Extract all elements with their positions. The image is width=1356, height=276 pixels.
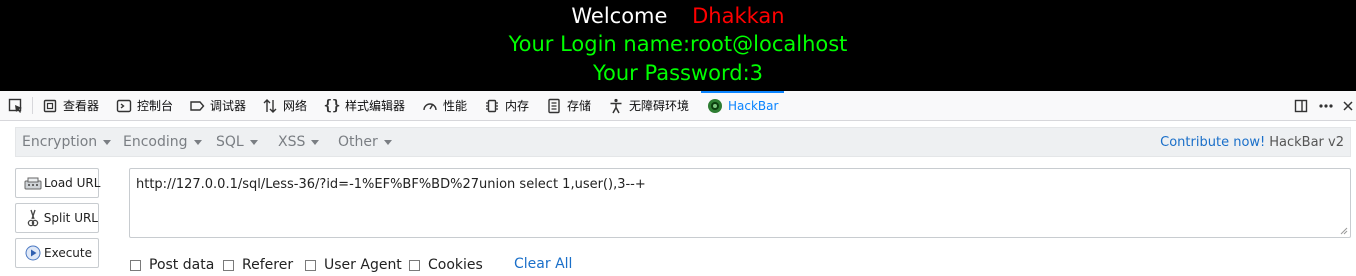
hackbar-version: HackBar v2	[1269, 134, 1344, 150]
page-content: Welcome Dhakkan Your Login name:root@loc…	[0, 0, 1356, 91]
tab-label: 无障碍环境	[629, 99, 690, 113]
caret-down-icon	[249, 139, 258, 145]
inspector-icon	[42, 98, 58, 114]
menu-encoding[interactable]: Encoding	[123, 128, 202, 156]
debugger-icon	[189, 98, 205, 114]
execute-button[interactable]: Execute	[15, 238, 99, 268]
memory-icon	[484, 98, 500, 114]
tab-console[interactable]: 控制台	[116, 91, 173, 120]
tab-hackbar[interactable]: HackBar	[700, 91, 785, 120]
network-icon	[262, 98, 278, 114]
hackbar-menu: Encryption Encoding SQL XSS Other Contri…	[15, 127, 1351, 157]
menu-other[interactable]: Other	[338, 128, 392, 156]
checkbox-box[interactable]	[409, 259, 420, 271]
menu-label: Encryption	[22, 134, 98, 150]
tab-memory[interactable]: 内存	[484, 91, 529, 120]
accessibility-icon	[608, 98, 624, 114]
contribute-link[interactable]: Contribute now!	[1160, 135, 1265, 150]
contribute-area: Contribute now! HackBar v2	[1160, 128, 1344, 156]
hackbar-icon	[707, 98, 723, 114]
url-value: http://127.0.0.1/sql/Less-36/?id=-1%EF%B…	[136, 177, 646, 192]
more-options-button[interactable]	[1318, 91, 1339, 120]
checkbox-label: Referer	[242, 257, 294, 273]
split-url-button[interactable]: Split URL	[15, 203, 99, 233]
tab-label: 存储	[567, 99, 592, 113]
console-icon	[116, 98, 132, 114]
password-text: Your Password:3	[592, 61, 764, 85]
tab-label: 查看器	[63, 99, 100, 113]
menu-label: Encoding	[123, 134, 188, 150]
welcome-name: Dhakkan	[692, 4, 785, 28]
tab-label: 性能	[443, 99, 468, 113]
close-icon	[1342, 98, 1354, 114]
tab-label: 调试器	[210, 99, 247, 113]
button-label: Load URL	[44, 176, 101, 190]
checkbox-box[interactable]	[130, 259, 141, 271]
load-url-button[interactable]: Load URL	[15, 168, 101, 198]
login-name-text: Your Login name:root@localhost	[508, 32, 848, 56]
caret-down-icon	[103, 139, 112, 145]
tab-performance[interactable]: 性能	[422, 91, 467, 120]
tab-label: 样式编辑器	[345, 99, 406, 113]
checkbox-box[interactable]	[305, 259, 316, 271]
load-url-icon	[24, 174, 42, 192]
button-label: Execute	[44, 246, 92, 260]
tab-inspector[interactable]: 查看器	[42, 91, 99, 120]
performance-icon	[422, 98, 438, 114]
checkbox-box[interactable]	[223, 259, 234, 271]
storage-icon	[546, 98, 562, 114]
close-devtools-button[interactable]	[1342, 91, 1356, 120]
cookies-checkbox[interactable]: Cookies	[409, 257, 483, 273]
scissors-icon	[24, 209, 42, 227]
tab-label: 控制台	[137, 99, 174, 113]
referer-checkbox[interactable]: Referer	[223, 257, 293, 273]
menu-label: SQL	[216, 134, 244, 150]
menu-label: Other	[338, 134, 378, 150]
devtools-toolbar: 查看器 控制台 调试器 网络 {} 样式编辑器 性能 内存 存储 无障碍环境 H…	[0, 91, 1356, 121]
dock-side-icon	[1293, 98, 1309, 114]
clear-all-link[interactable]: Clear All	[514, 256, 572, 272]
play-icon	[24, 244, 42, 262]
toolbar-divider	[32, 97, 33, 114]
tab-storage[interactable]: 存储	[546, 91, 591, 120]
url-textarea[interactable]: http://127.0.0.1/sql/Less-36/?id=-1%EF%B…	[129, 168, 1351, 238]
tab-style-editor[interactable]: {} 样式编辑器	[324, 91, 405, 120]
checkbox-label: Post data	[149, 257, 215, 273]
style-editor-icon: {}	[323, 97, 341, 114]
tab-label: 内存	[505, 99, 530, 113]
welcome-text: Welcome	[571, 4, 668, 28]
element-picker-icon	[8, 98, 24, 114]
welcome-line: Welcome Dhakkan	[0, 3, 1356, 29]
tab-accessibility[interactable]: 无障碍环境	[608, 91, 689, 120]
caret-down-icon	[311, 139, 320, 145]
resize-grip-icon[interactable]	[1340, 227, 1348, 235]
caret-down-icon	[193, 139, 202, 145]
element-picker-button[interactable]	[8, 91, 29, 120]
user-agent-checkbox[interactable]: User Agent	[305, 257, 402, 273]
menu-xss[interactable]: XSS	[278, 128, 320, 156]
menu-sql[interactable]: SQL	[216, 128, 258, 156]
checkbox-label: Cookies	[428, 257, 483, 273]
button-label: Split URL	[43, 211, 98, 225]
tab-label: 网络	[283, 99, 308, 113]
more-horizontal-icon	[1318, 98, 1334, 114]
dock-toggle-button[interactable]	[1293, 91, 1314, 120]
checkbox-label: User Agent	[324, 257, 402, 273]
tab-label: HackBar	[728, 98, 779, 113]
caret-down-icon	[383, 139, 392, 145]
tab-debugger[interactable]: 调试器	[189, 91, 246, 120]
post-data-checkbox[interactable]: Post data	[130, 257, 214, 273]
tab-network[interactable]: 网络	[262, 91, 307, 120]
menu-label: XSS	[278, 134, 306, 150]
menu-encryption[interactable]: Encryption	[22, 128, 112, 156]
